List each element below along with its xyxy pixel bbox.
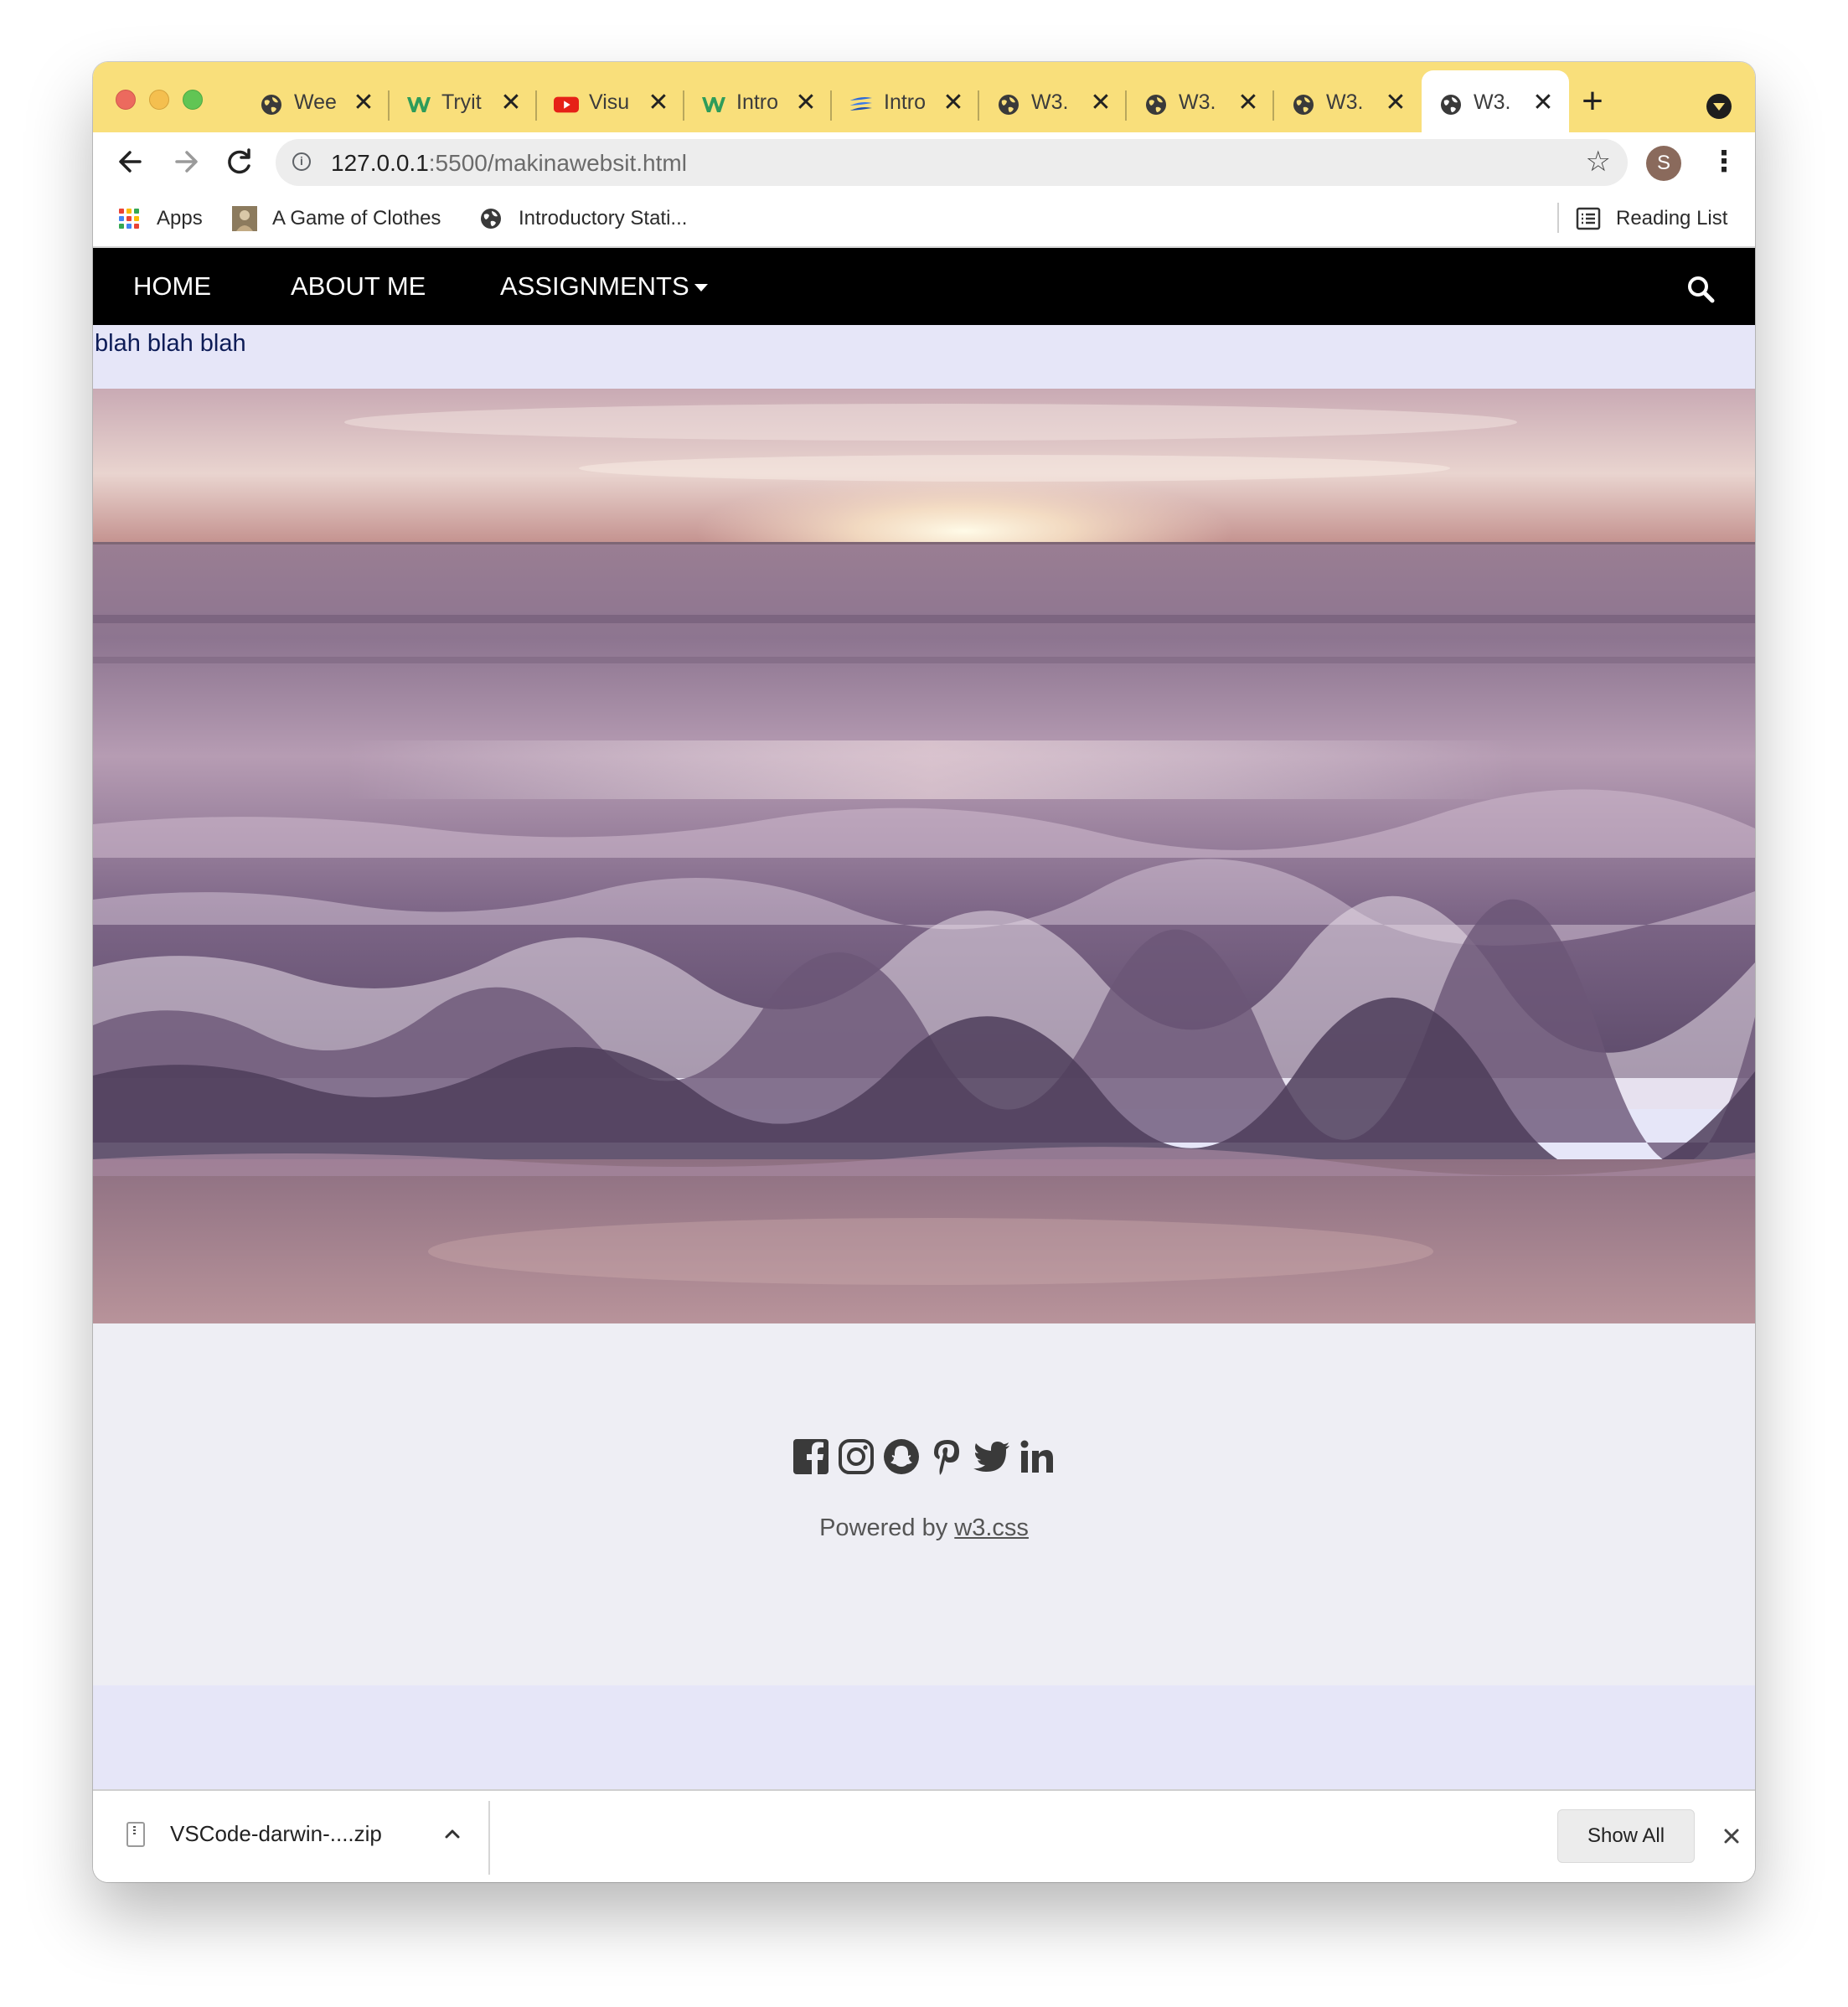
nav-assignments-label: ASSIGNMENTS — [500, 271, 689, 301]
tab-title: W3. — [1031, 90, 1069, 114]
globe-icon — [996, 92, 1021, 117]
tab-title: W3. — [1326, 90, 1364, 114]
site-footer: Powered by w3.css — [93, 1323, 1755, 1685]
globe-icon — [1291, 92, 1316, 117]
minimize-window-button[interactable] — [149, 90, 169, 110]
globe-icon — [478, 206, 503, 231]
url-host: 127.0.0.1 — [331, 150, 429, 176]
facebook-icon[interactable] — [792, 1437, 830, 1476]
browser-tab-active[interactable]: W3. ✕ — [1422, 70, 1569, 132]
portrait-thumbnail-icon — [232, 206, 257, 231]
browser-tab[interactable]: Intro ✕ — [832, 70, 979, 132]
browser-tab[interactable]: W3. ✕ — [979, 70, 1127, 132]
browser-menu-icon[interactable]: ⋮ — [1710, 146, 1738, 181]
linkedin-icon[interactable] — [1018, 1437, 1056, 1476]
bookmark-star-icon[interactable]: ☆ — [1586, 147, 1611, 176]
tab-title: Intro — [884, 90, 927, 114]
web-page: HOME ABOUT ME ASSIGNMENTS blah blah blah — [93, 248, 1755, 1789]
w3css-link[interactable]: w3.css — [954, 1514, 1029, 1541]
tab-close-icon[interactable]: ✕ — [1236, 90, 1261, 116]
tab-title: Tryit — [441, 90, 482, 114]
new-tab-button[interactable]: + — [1576, 83, 1609, 120]
bookmark-label: Introductory Stati... — [519, 207, 688, 230]
globe-icon — [1438, 92, 1463, 117]
url-path: :5500/makinawebsit.html — [428, 150, 687, 176]
tab-close-icon[interactable]: ✕ — [498, 90, 524, 116]
shelf-divider — [488, 1801, 490, 1875]
browser-tab[interactable]: Wee ✕ — [242, 70, 390, 132]
chevron-up-icon[interactable] — [440, 1821, 465, 1846]
tab-strip: Wee ✕ Tryit ✕ Visu ✕ Intro ✕ Intro ✕ W3.… — [93, 62, 1755, 132]
powered-by-text: Powered by — [819, 1514, 955, 1541]
address-bar[interactable]: i 127.0.0.1:5500/makinawebsit.html ☆ — [276, 139, 1628, 186]
snapchat-icon[interactable] — [882, 1437, 921, 1476]
tab-close-icon[interactable]: ✕ — [1531, 90, 1556, 116]
tab-title: Visu — [589, 90, 630, 114]
tab-title: W3. — [1179, 90, 1216, 114]
nav-about-link[interactable]: ABOUT ME — [291, 248, 426, 325]
youtube-icon — [554, 92, 579, 117]
tab-title: Intro — [736, 90, 779, 114]
caret-down-icon — [694, 284, 708, 292]
download-shelf: VSCode-darwin-....zip Show All — [93, 1789, 1755, 1882]
social-icons — [93, 1437, 1755, 1476]
tab-close-icon[interactable]: ✕ — [351, 90, 376, 116]
browser-tab[interactable]: Intro ✕ — [684, 70, 832, 132]
tab-title: W3. — [1474, 90, 1511, 114]
bookmark-label: A Game of Clothes — [272, 207, 441, 230]
nav-home-link[interactable]: HOME — [133, 248, 211, 325]
tab-close-icon[interactable]: ✕ — [646, 90, 671, 116]
reading-list-icon — [1576, 206, 1601, 231]
tab-close-icon[interactable]: ✕ — [793, 90, 818, 116]
download-filename: VSCode-darwin-....zip — [170, 1821, 382, 1846]
reload-icon[interactable] — [219, 141, 261, 183]
globe-icon — [259, 92, 284, 117]
hero-image — [93, 389, 1755, 1323]
url-text: 127.0.0.1:5500/makinawebsit.html — [331, 150, 687, 177]
body-text: blah blah blah — [95, 330, 246, 357]
download-item[interactable]: VSCode-darwin-....zip — [126, 1821, 382, 1847]
browser-tab[interactable]: Visu ✕ — [537, 70, 684, 132]
site-info-icon[interactable]: i — [292, 152, 311, 171]
tab-close-icon[interactable]: ✕ — [1383, 90, 1408, 116]
tab-close-icon[interactable]: ✕ — [1088, 90, 1113, 116]
apps-grid-icon — [116, 206, 142, 231]
twitter-icon[interactable] — [973, 1437, 1011, 1476]
browser-window: Wee ✕ Tryit ✕ Visu ✕ Intro ✕ Intro ✕ W3.… — [93, 62, 1755, 1882]
bookmark-item[interactable]: A Game of Clothes — [232, 203, 441, 235]
browser-tab[interactable]: Tryit ✕ — [390, 70, 537, 132]
close-icon[interactable] — [1716, 1821, 1747, 1851]
bookmarks-divider — [1557, 203, 1559, 233]
search-icon[interactable] — [1685, 273, 1718, 307]
bookmark-label: Apps — [157, 207, 203, 230]
tab-title: Wee — [294, 90, 337, 114]
bookmark-label: Reading List — [1616, 207, 1728, 230]
back-arrow-icon[interactable] — [110, 141, 152, 183]
site-navbar: HOME ABOUT ME ASSIGNMENTS — [93, 248, 1755, 325]
bookmarks-bar: Apps A Game of Clothes Introductory Stat… — [93, 191, 1755, 248]
zip-file-icon — [126, 1821, 145, 1847]
close-window-button[interactable] — [116, 90, 136, 110]
forward-arrow-icon[interactable] — [165, 141, 207, 183]
bookmark-item[interactable]: Introductory Stati... — [478, 203, 687, 235]
browser-tab[interactable]: W3. ✕ — [1127, 70, 1274, 132]
browser-toolbar: i 127.0.0.1:5500/makinawebsit.html ☆ S ⋮ — [93, 132, 1755, 191]
pinterest-icon[interactable] — [927, 1437, 966, 1476]
profile-avatar[interactable]: S — [1646, 146, 1681, 181]
reading-list-button[interactable]: Reading List — [1576, 203, 1727, 235]
w3schools-icon — [701, 92, 726, 117]
tab-search-button[interactable] — [1706, 94, 1732, 119]
show-all-button[interactable]: Show All — [1557, 1809, 1695, 1863]
nav-assignments-dropdown[interactable]: ASSIGNMENTS — [500, 248, 708, 325]
zoom-window-button[interactable] — [183, 90, 203, 110]
tab-close-icon[interactable]: ✕ — [941, 90, 966, 116]
browser-tab[interactable]: W3. ✕ — [1274, 70, 1422, 132]
globe-icon — [1143, 92, 1169, 117]
bookmark-apps[interactable]: Apps — [116, 203, 203, 235]
instagram-icon[interactable] — [837, 1437, 875, 1476]
powered-by: Powered by w3.css — [93, 1514, 1755, 1542]
swoosh-icon — [849, 92, 874, 117]
w3schools-icon — [406, 92, 431, 117]
